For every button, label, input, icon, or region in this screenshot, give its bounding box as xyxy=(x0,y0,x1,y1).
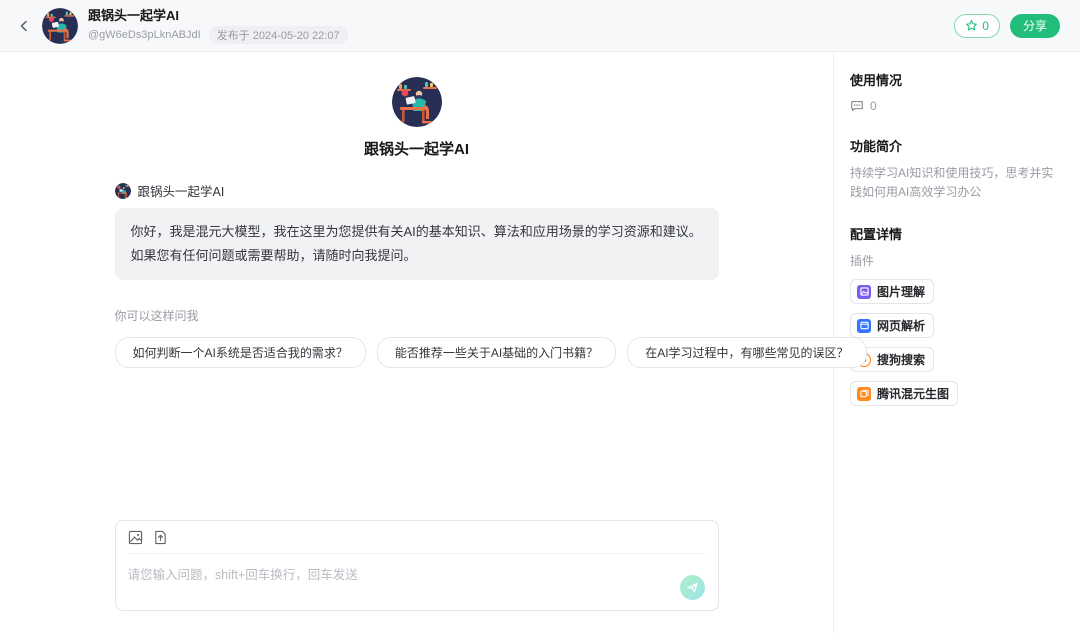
suggestion-pill[interactable]: 能否推荐一些关于AI基础的入门书籍？ xyxy=(377,337,616,368)
upload-image-icon[interactable] xyxy=(128,530,143,545)
usage-title: 使用情况 xyxy=(850,70,1064,89)
header: 跟锅头一起学AI @gW6eDs3pLknABJdI 发布于 2024-05-2… xyxy=(0,0,1080,52)
plugin-list: 图片理解 网页解析 S 搜狗搜索 腾讯混元生图 xyxy=(850,279,1064,406)
intro-title: 功能简介 xyxy=(850,136,1064,155)
share-button[interactable]: 分享 xyxy=(1010,14,1060,38)
back-icon[interactable] xyxy=(12,14,36,38)
send-icon xyxy=(686,581,699,594)
config-title: 配置详情 xyxy=(850,224,1064,243)
message-composer xyxy=(115,520,719,611)
upload-file-icon[interactable] xyxy=(153,530,168,545)
suggestion-pill[interactable]: 如何判断一个AI系统是否适合我的需求？ xyxy=(115,337,366,368)
bot-avatar-large xyxy=(392,77,442,127)
usage-count: 0 xyxy=(870,99,877,113)
suggestion-pill[interactable]: 在AI学习过程中，有哪些常见的误区？ xyxy=(627,337,866,368)
plugin-chip-hunyuan-image[interactable]: 腾讯混元生图 xyxy=(850,381,958,406)
publish-date-badge: 发布于 2024-05-20 22:07 xyxy=(209,26,348,44)
favorite-count: 0 xyxy=(982,19,989,33)
chat-main: 跟锅头一起学AI 跟锅头一起学AI 你好，我是混元大模型，我在这里为您提供有关A… xyxy=(0,52,833,634)
webpage-parse-icon xyxy=(857,319,871,333)
plugin-chip-image-understanding[interactable]: 图片理解 xyxy=(850,279,934,304)
bot-greeting-bubble: 你好，我是混元大模型，我在这里为您提供有关AI的基本知识、算法和应用场景的学习资… xyxy=(115,208,719,280)
bot-avatar xyxy=(42,8,78,44)
info-sidebar: 使用情况 0 功能简介 持续学习AI知识和使用技巧，思考并实践如何用AI高效学习… xyxy=(833,52,1080,634)
image-understanding-icon xyxy=(857,285,871,299)
bot-message: 跟锅头一起学AI 你好，我是混元大模型，我在这里为您提供有关AI的基本知识、算法… xyxy=(115,181,719,280)
page-title: 跟锅头一起学AI xyxy=(88,7,348,24)
message-input[interactable] xyxy=(128,554,706,588)
favorite-button[interactable]: 0 xyxy=(954,14,1000,38)
bot-title: 跟锅头一起学AI xyxy=(115,138,719,159)
bot-message-name: 跟锅头一起学AI xyxy=(138,181,225,200)
intro-text: 持续学习AI知识和使用技巧，思考并实践如何用AI高效学习办公 xyxy=(850,164,1064,202)
plugin-chip-webpage-parse[interactable]: 网页解析 xyxy=(850,313,934,338)
plugins-label: 插件 xyxy=(850,252,1064,269)
hunyuan-image-icon xyxy=(857,387,871,401)
bot-avatar-small xyxy=(115,183,131,199)
send-button[interactable] xyxy=(680,575,705,600)
comment-icon xyxy=(850,99,864,113)
suggestions-label: 你可以这样问我 xyxy=(115,307,719,324)
bot-handle: @gW6eDs3pLknABJdI xyxy=(88,29,201,41)
suggestion-list: 如何判断一个AI系统是否适合我的需求？ 能否推荐一些关于AI基础的入门书籍？ 在… xyxy=(115,337,719,368)
star-icon xyxy=(965,19,978,32)
